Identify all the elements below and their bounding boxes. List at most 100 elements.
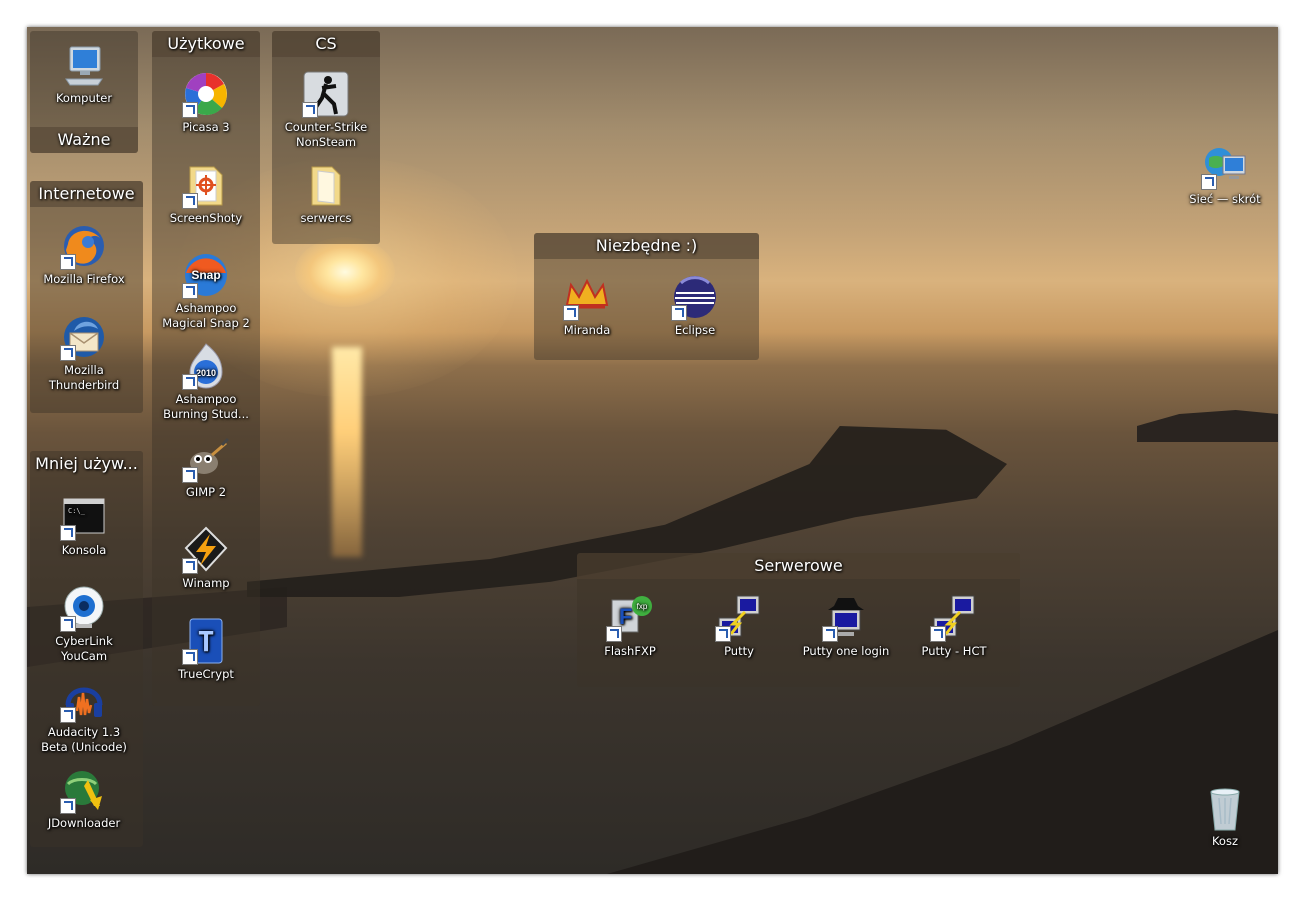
icon-label: JDownloader — [47, 816, 121, 830]
icon-winamp[interactable]: Winamp — [158, 526, 254, 591]
icon-label: Picasa 3 — [182, 120, 230, 134]
icon-screenshoty[interactable]: ScreenShoty — [158, 161, 254, 226]
icon-label: Putty — [724, 644, 754, 658]
icon-label: Eclipse — [674, 323, 716, 337]
shortcut-arrow-icon — [671, 305, 687, 321]
audacity-icon — [60, 675, 108, 723]
icon-putty[interactable]: Putty — [691, 594, 787, 659]
icon-label: Counter-Strike NonSteam — [284, 120, 368, 149]
icon-label: Ashampoo Burning Stud... — [163, 392, 249, 421]
shortcut-arrow-icon — [60, 798, 76, 814]
svg-text:2010: 2010 — [196, 368, 216, 378]
icon-gimp[interactable]: GIMP 2 — [158, 435, 254, 500]
icon-label: serwercs — [300, 211, 352, 225]
icon-komputer[interactable]: Komputer — [36, 41, 132, 106]
icon-putty-hct[interactable]: Putty - HCT — [906, 594, 1002, 659]
shortcut-arrow-icon — [563, 305, 579, 321]
shortcut-arrow-icon — [182, 558, 198, 574]
truecrypt-icon: T — [182, 617, 230, 665]
icon-miranda[interactable]: Miranda — [539, 273, 635, 338]
desktop: Ważne Komputer Internetowe Mozilla Firef… — [27, 27, 1278, 874]
counter-strike-icon — [302, 70, 350, 118]
shortcut-arrow-icon — [302, 102, 318, 118]
svg-text:C:\_: C:\_ — [68, 507, 86, 515]
icon-konsola[interactable]: C:\_ Konsola — [36, 493, 132, 558]
icon-label: Putty - HCT — [921, 644, 987, 658]
shortcut-arrow-icon — [182, 193, 198, 209]
icon-label: Sieć — skrót — [1189, 192, 1261, 206]
icon-picasa[interactable]: Picasa 3 — [158, 70, 254, 135]
icon-audacity[interactable]: Audacity 1.3 Beta (Unicode) — [36, 675, 132, 755]
shortcut-arrow-icon — [60, 525, 76, 541]
winamp-icon — [182, 526, 230, 574]
icon-label: FlashFXP — [604, 644, 656, 658]
icon-label: ScreenShoty — [169, 211, 243, 225]
shortcut-arrow-icon — [60, 345, 76, 361]
shortcut-arrow-icon — [60, 616, 76, 632]
icon-serwercs[interactable]: serwercs — [278, 161, 374, 226]
firefox-icon — [60, 222, 108, 270]
icon-siec-skrot[interactable]: Sieć — skrót — [1177, 142, 1273, 207]
network-icon — [1201, 142, 1249, 190]
icon-label: CyberLink YouCam — [55, 634, 113, 663]
shortcut-arrow-icon — [182, 374, 198, 390]
putty-icon — [715, 594, 763, 642]
recycle-bin-icon — [1201, 784, 1249, 832]
icon-label: Audacity 1.3 Beta (Unicode) — [41, 725, 127, 754]
fence-title-serwerowe[interactable]: Serwerowe — [577, 553, 1020, 579]
snap-icon: Snap — [182, 251, 230, 299]
shortcut-arrow-icon — [606, 626, 622, 642]
folder-icon — [302, 161, 350, 209]
svg-text:Snap: Snap — [191, 268, 220, 282]
jdownloader-icon — [60, 766, 108, 814]
fence-title-mniej[interactable]: Mniej używ... — [30, 451, 143, 477]
gimp-icon — [182, 435, 230, 483]
fence-title-cs[interactable]: CS — [272, 31, 380, 57]
thunderbird-icon — [60, 313, 108, 361]
putty-icon — [930, 594, 978, 642]
shortcut-arrow-icon — [182, 467, 198, 483]
icon-label: Konsola — [61, 543, 107, 557]
icon-jdownloader[interactable]: JDownloader — [36, 766, 132, 831]
shortcut-arrow-icon — [930, 626, 946, 642]
miranda-icon — [563, 273, 611, 321]
icon-magical-snap[interactable]: Snap Ashampoo Magical Snap 2 — [158, 251, 254, 331]
shortcut-arrow-icon — [182, 283, 198, 299]
sun — [295, 237, 395, 307]
icon-truecrypt[interactable]: T TrueCrypt — [158, 617, 254, 682]
icon-label: Mozilla Thunderbird — [48, 363, 120, 392]
icon-kosz[interactable]: Kosz — [1177, 784, 1273, 849]
icon-eclipse[interactable]: Eclipse — [647, 273, 743, 338]
icon-label: Mozilla Firefox — [43, 272, 125, 286]
icon-label: Miranda — [563, 323, 611, 337]
burning-studio-icon: 2010 — [182, 342, 230, 390]
computer-icon — [60, 41, 108, 89]
eclipse-icon — [671, 273, 719, 321]
fence-title-uzytkowe[interactable]: Użytkowe — [152, 31, 260, 57]
shortcut-arrow-icon — [182, 102, 198, 118]
icon-burning-studio[interactable]: 2010 Ashampoo Burning Stud... — [158, 342, 254, 422]
shortcut-arrow-icon — [182, 649, 198, 665]
pier-right — [1137, 410, 1278, 442]
icon-counter-strike[interactable]: Counter-Strike NonSteam — [278, 70, 374, 150]
icon-label: Winamp — [182, 576, 230, 590]
fence-title-wazne[interactable]: Ważne — [30, 127, 138, 153]
icon-putty-one-login[interactable]: Putty one login — [798, 594, 894, 659]
fence-title-internetowe[interactable]: Internetowe — [30, 181, 143, 207]
picasa-icon — [182, 70, 230, 118]
icon-label: Komputer — [55, 91, 113, 105]
console-icon: C:\_ — [60, 493, 108, 541]
icon-label: Putty one login — [802, 644, 890, 658]
webcam-icon — [60, 584, 108, 632]
icon-firefox[interactable]: Mozilla Firefox — [36, 222, 132, 287]
icon-label: TrueCrypt — [178, 667, 234, 681]
svg-text:T: T — [198, 625, 215, 658]
shortcut-arrow-icon — [60, 707, 76, 723]
fence-title-niezbedne[interactable]: Niezbędne :) — [534, 233, 759, 259]
shortcut-arrow-icon — [715, 626, 731, 642]
icon-thunderbird[interactable]: Mozilla Thunderbird — [36, 313, 132, 393]
icon-flashfxp[interactable]: Ffxp FlashFXP — [582, 594, 678, 659]
shortcut-arrow-icon — [60, 254, 76, 270]
putty-login-icon — [822, 594, 870, 642]
icon-youcam[interactable]: CyberLink YouCam — [36, 584, 132, 664]
